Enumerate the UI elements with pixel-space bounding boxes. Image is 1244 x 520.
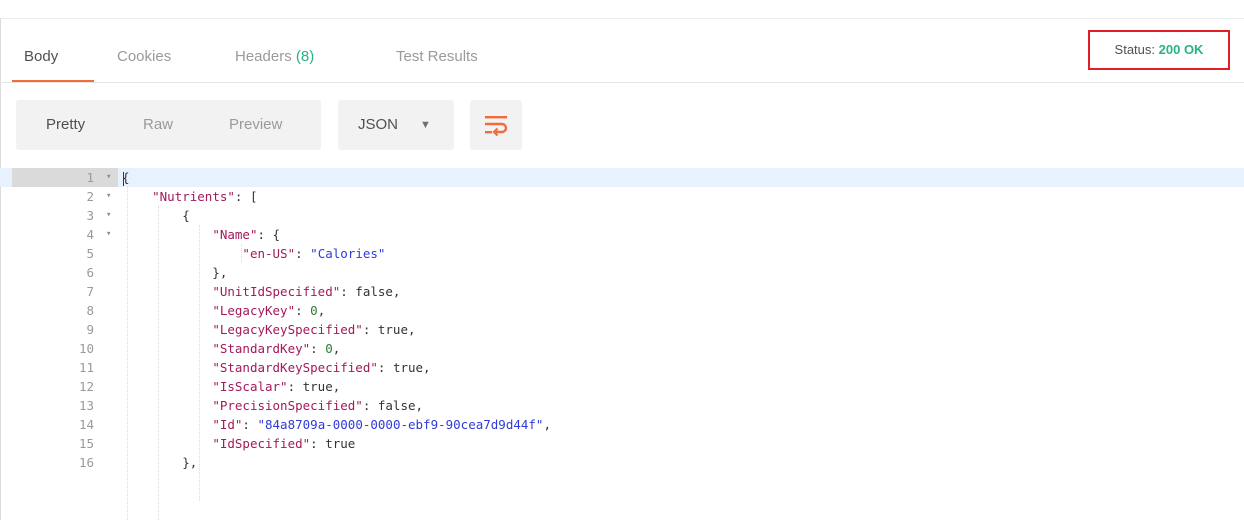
code-line: 2 ▾ "Nutrients": [ xyxy=(0,187,1244,206)
line-gutter: 12 xyxy=(12,377,118,396)
response-body-viewer[interactable]: 1 ▾{2 ▾ "Nutrients": [3 ▾ {4 ▾ "Name": {5 "e… xyxy=(0,168,1244,520)
code-line: 13 "PrecisionSpecified": false, xyxy=(0,396,1244,415)
line-number: 16 xyxy=(78,455,94,470)
fold-toggle-icon[interactable]: ▾ xyxy=(106,225,111,244)
line-gutter: 15 xyxy=(12,434,118,453)
code-line: 4 ▾ "Name": { xyxy=(0,225,1244,244)
headers-count-badge: (8) xyxy=(295,48,315,65)
format-dropdown[interactable]: JSON ▼ xyxy=(338,100,454,150)
tab-body[interactable]: Body xyxy=(24,40,58,82)
view-preview-button[interactable]: Preview xyxy=(229,100,282,150)
tab-body-label: Body xyxy=(24,48,59,65)
code-line: 6 }, xyxy=(0,263,1244,282)
line-number: 2 xyxy=(86,189,94,204)
line-number: 9 xyxy=(86,322,94,337)
line-gutter: 7 xyxy=(12,282,118,301)
line-number: 7 xyxy=(86,284,94,299)
tab-cookies[interactable]: Cookies xyxy=(117,40,171,82)
line-gutter: 6 xyxy=(12,263,118,282)
tab-headers-label: Headers xyxy=(235,48,292,65)
line-number: 6 xyxy=(86,265,94,280)
status-label: Status: xyxy=(1114,42,1156,57)
tab-cookies-label: Cookies xyxy=(117,48,172,65)
text-cursor xyxy=(123,172,124,186)
line-gutter: 8 xyxy=(12,301,118,320)
code-text: "LegacyKeySpecified": true, xyxy=(212,322,416,337)
code-text: }, xyxy=(122,265,228,280)
line-gutter: 13 xyxy=(12,396,118,415)
code-text: "Id": "84a8709a-0000-0000-ebf9-90cea7d9d… xyxy=(212,417,551,432)
line-number: 4 xyxy=(86,227,94,242)
response-status: Status: 200 OK xyxy=(1088,30,1230,70)
line-gutter: 4 ▾ xyxy=(12,225,118,244)
line-number: 8 xyxy=(86,303,94,318)
fold-toggle-icon[interactable]: ▾ xyxy=(106,206,111,225)
code-line: 10 "StandardKey": 0, xyxy=(0,339,1244,358)
line-gutter: 5 xyxy=(12,244,118,263)
line-gutter: 3 ▾ xyxy=(12,206,118,225)
view-mode-selector: Pretty Raw Preview xyxy=(16,100,321,150)
line-number: 12 xyxy=(78,379,94,394)
code-line: 3 ▾ { xyxy=(0,206,1244,225)
code-text: "StandardKey": 0, xyxy=(212,341,341,356)
line-gutter: 10 xyxy=(12,339,118,358)
line-gutter: 11 xyxy=(12,358,118,377)
code-text: { xyxy=(122,208,190,223)
tab-test-results[interactable]: Test Results xyxy=(396,40,478,82)
line-gutter: 14 xyxy=(12,415,118,434)
status-value: 200 OK xyxy=(1158,42,1204,57)
code-text: "en-US": "Calories" xyxy=(242,246,386,261)
format-dropdown-value: JSON xyxy=(358,116,399,133)
line-number: 13 xyxy=(78,398,94,413)
code-text: }, xyxy=(122,455,198,470)
code-line: 7 "UnitIdSpecified": false, xyxy=(0,282,1244,301)
code-text: "UnitIdSpecified": false, xyxy=(212,284,401,299)
code-line: 15 "IdSpecified": true xyxy=(0,434,1244,453)
code-text: "IsScalar": true, xyxy=(212,379,341,394)
wrap-lines-icon xyxy=(485,116,508,137)
line-number: 3 xyxy=(86,208,94,223)
code-line: 14 "Id": "84a8709a-0000-0000-ebf9-90cea7… xyxy=(0,415,1244,434)
tab-headers[interactable]: Headers (8) xyxy=(235,40,314,82)
code-line: 1 ▾{ xyxy=(0,168,1244,187)
code-line: 16 }, xyxy=(0,453,1244,472)
tab-test-results-label: Test Results xyxy=(396,48,478,65)
view-raw-button[interactable]: Raw xyxy=(143,100,173,150)
code-text: "IdSpecified": true xyxy=(212,436,356,451)
line-gutter: 9 xyxy=(12,320,118,339)
code-line: 8 "LegacyKey": 0, xyxy=(0,301,1244,320)
code-line: 9 "LegacyKeySpecified": true, xyxy=(0,320,1244,339)
code-text: "LegacyKey": 0, xyxy=(212,303,326,318)
view-pretty-button[interactable]: Pretty xyxy=(46,100,85,150)
line-number: 10 xyxy=(78,341,94,356)
chevron-down-icon: ▼ xyxy=(420,119,431,131)
line-number: 14 xyxy=(78,417,94,432)
code-line: 12 "IsScalar": true, xyxy=(0,377,1244,396)
wrap-lines-button[interactable] xyxy=(470,100,522,150)
fold-toggle-icon[interactable]: ▾ xyxy=(106,168,111,187)
code-text: "Nutrients": [ xyxy=(152,189,258,204)
code-text: "Name": { xyxy=(212,227,281,242)
line-number: 15 xyxy=(78,436,94,451)
code-line: 11 "StandardKeySpecified": true, xyxy=(0,358,1244,377)
line-gutter: 1 ▾ xyxy=(12,168,118,187)
tabs-divider xyxy=(0,82,1244,83)
fold-toggle-icon[interactable]: ▾ xyxy=(106,187,111,206)
line-number: 11 xyxy=(78,360,94,375)
line-gutter: 2 ▾ xyxy=(12,187,118,206)
line-number: 5 xyxy=(86,246,94,261)
code-text: "PrecisionSpecified": false, xyxy=(212,398,424,413)
code-line: 5 "en-US": "Calories" xyxy=(0,244,1244,263)
code-text: "StandardKeySpecified": true, xyxy=(212,360,431,375)
line-number: 1 xyxy=(86,170,94,185)
line-gutter: 16 xyxy=(12,453,118,472)
top-divider xyxy=(0,18,1244,19)
